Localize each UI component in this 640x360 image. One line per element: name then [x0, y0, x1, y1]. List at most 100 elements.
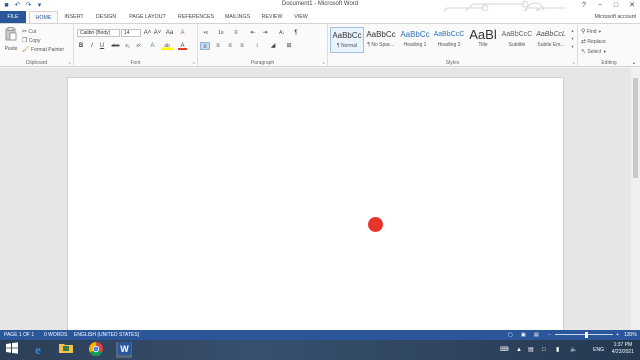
word-count[interactable]: 0 WORDS [44, 330, 67, 340]
scrollbar-thumb[interactable] [633, 78, 638, 178]
increase-indent-button[interactable]: ⇥ [260, 29, 270, 37]
clear-formatting-button[interactable]: A [178, 29, 187, 37]
clipboard-launcher-icon[interactable]: ↘ [68, 60, 71, 65]
more-styles-icon[interactable]: ▼ [569, 43, 576, 51]
format-painter-button[interactable]: 🖌 Format Painter [22, 46, 64, 53]
style-no-spacing[interactable]: AaBbCc ¶ No Spac... [364, 27, 398, 53]
subscript-button[interactable]: x₂ [123, 42, 132, 50]
change-case-button[interactable]: Aa [164, 29, 175, 37]
web-layout-icon[interactable]: ▤ [534, 330, 539, 340]
italic-button[interactable]: I [88, 42, 96, 50]
word-window: ■ ↶ ↷ ▾ Document1 - Microsoft Word ? − □… [0, 0, 640, 360]
clock[interactable]: 1:37 PM 4/23/2021 [612, 342, 634, 356]
align-left-button[interactable]: ≡ [200, 42, 210, 50]
line-spacing-button[interactable]: ↕ [251, 42, 263, 50]
cursor-icon: ↖ [581, 49, 587, 55]
style-title[interactable]: AaBl Title [466, 27, 500, 53]
style-subtitle[interactable]: AaBbCcC Subtitle [500, 27, 534, 53]
tab-design[interactable]: DESIGN [92, 11, 120, 23]
tab-page-layout[interactable]: PAGE LAYOUT [126, 11, 169, 23]
keyboard-icon[interactable]: ⌨ [500, 340, 509, 360]
superscript-button[interactable]: x² [134, 42, 143, 50]
find-button[interactable]: ⚲ Find ▼ [581, 28, 602, 35]
action-center-icon[interactable]: □ [542, 340, 546, 360]
internet-explorer-icon[interactable]: e [30, 342, 46, 358]
style-normal[interactable]: AaBbCc ¶ Normal [330, 27, 364, 53]
zoom-out-icon[interactable]: − [548, 330, 551, 340]
bold-button[interactable]: B [77, 42, 85, 50]
volume-icon[interactable]: 🔈 [570, 340, 577, 360]
tab-review[interactable]: REVIEW [259, 11, 285, 23]
highlight-button[interactable]: ab [161, 42, 173, 50]
account-menu[interactable]: Microsoft account [594, 11, 636, 23]
justify-button[interactable]: ≡ [237, 42, 247, 50]
status-bar: PAGE 1 OF 1 0 WORDS ENGLISH (UNITED STAT… [0, 330, 640, 340]
copy-button[interactable]: ❐ Copy [22, 37, 40, 44]
zoom-slider[interactable] [555, 334, 613, 335]
paste-button[interactable]: Paste [3, 27, 19, 52]
tab-insert[interactable]: INSERT [62, 11, 86, 23]
replace-button[interactable]: ⇄ Replace [581, 38, 606, 45]
bullets-button[interactable]: •≡ [200, 29, 212, 37]
text-effects-button[interactable]: A [148, 42, 157, 50]
read-mode-icon[interactable]: ▢ [508, 330, 513, 340]
power-icon[interactable]: ▮ [556, 340, 559, 360]
chevron-down-icon[interactable]: ▼ [569, 35, 576, 43]
style-heading-1[interactable]: AaBbCc Heading 1 [398, 27, 432, 53]
word-taskbar-icon[interactable]: W [116, 342, 132, 358]
numbering-button[interactable]: 1≡ [215, 29, 227, 37]
style-heading-2[interactable]: AaBbCcC Heading 2 [432, 27, 466, 53]
page-count[interactable]: PAGE 1 OF 1 [4, 330, 34, 340]
tab-references[interactable]: REFERENCES [175, 11, 217, 23]
help-button[interactable]: ? [576, 0, 592, 11]
cut-button[interactable]: ✂ Cut [22, 28, 36, 35]
zoom-in-icon[interactable]: + [616, 330, 619, 340]
underline-button[interactable]: U [98, 42, 106, 50]
grow-font-button[interactable]: A˄ [143, 29, 152, 37]
select-label: Select [587, 49, 602, 55]
style-subtle-emphasis[interactable]: AaBbCcL Subtle Em... [534, 27, 568, 53]
cut-label: Cut [28, 29, 37, 35]
collapse-ribbon-icon[interactable]: ▲ [632, 60, 636, 65]
paragraph-launcher-icon[interactable]: ↘ [322, 60, 325, 65]
font-name-select[interactable]: Calibri (Body) [77, 29, 120, 37]
styles-scroll[interactable]: ▲ ▼ ▼ [569, 27, 576, 53]
chrome-logo-icon [89, 342, 103, 356]
center-button[interactable]: ≡ [213, 42, 223, 50]
file-explorer-icon[interactable] [58, 342, 74, 358]
shrink-font-button[interactable]: A˅ [153, 29, 162, 37]
font-launcher-icon[interactable]: ↘ [192, 60, 195, 65]
show-marks-button[interactable]: ¶ [291, 29, 301, 37]
styles-launcher-icon[interactable]: ↘ [572, 60, 575, 65]
input-language[interactable]: ENG [593, 340, 604, 360]
show-hidden-icons-icon[interactable]: ▲ [516, 340, 522, 360]
maximize-button[interactable]: □ [608, 0, 624, 11]
multilevel-list-button[interactable]: ≡ [230, 29, 242, 37]
select-button[interactable]: ↖ Select ▼ [581, 48, 607, 55]
decrease-indent-button[interactable]: ⇤ [248, 29, 258, 37]
tab-view[interactable]: VIEW [291, 11, 311, 23]
sort-button[interactable]: A↓ [276, 29, 288, 37]
borders-button[interactable]: ⊞ [283, 42, 295, 50]
tab-mailings[interactable]: MAILINGS [222, 11, 253, 23]
style-name: Subtle Em... [537, 42, 565, 48]
font-color-button[interactable]: A [178, 42, 187, 50]
font-size-select[interactable]: 14 [121, 29, 141, 37]
shading-button[interactable]: ◢ [267, 42, 279, 50]
minimize-button[interactable]: − [592, 0, 608, 11]
network-icon[interactable]: ▤ [528, 340, 534, 360]
print-layout-icon[interactable]: ▣ [521, 330, 526, 340]
align-right-button[interactable]: ≡ [225, 42, 235, 50]
chevron-up-icon[interactable]: ▲ [569, 27, 576, 35]
close-button[interactable]: ✕ [624, 0, 640, 11]
tab-home[interactable]: HOME [29, 11, 58, 23]
chrome-icon[interactable] [88, 342, 104, 358]
strikethrough-button[interactable]: abc [110, 42, 121, 50]
font-group: Calibri (Body) 14 A˄ A˅ Aa A B I U abc x… [74, 24, 198, 67]
tab-file[interactable]: FILE [0, 11, 26, 23]
document-page[interactable] [67, 77, 564, 337]
zoom-level[interactable]: 130% [624, 330, 637, 340]
language-status[interactable]: ENGLISH (UNITED STATES) [74, 330, 139, 340]
windows-start-icon[interactable] [4, 342, 20, 358]
zoom-slider-thumb[interactable] [585, 332, 588, 338]
